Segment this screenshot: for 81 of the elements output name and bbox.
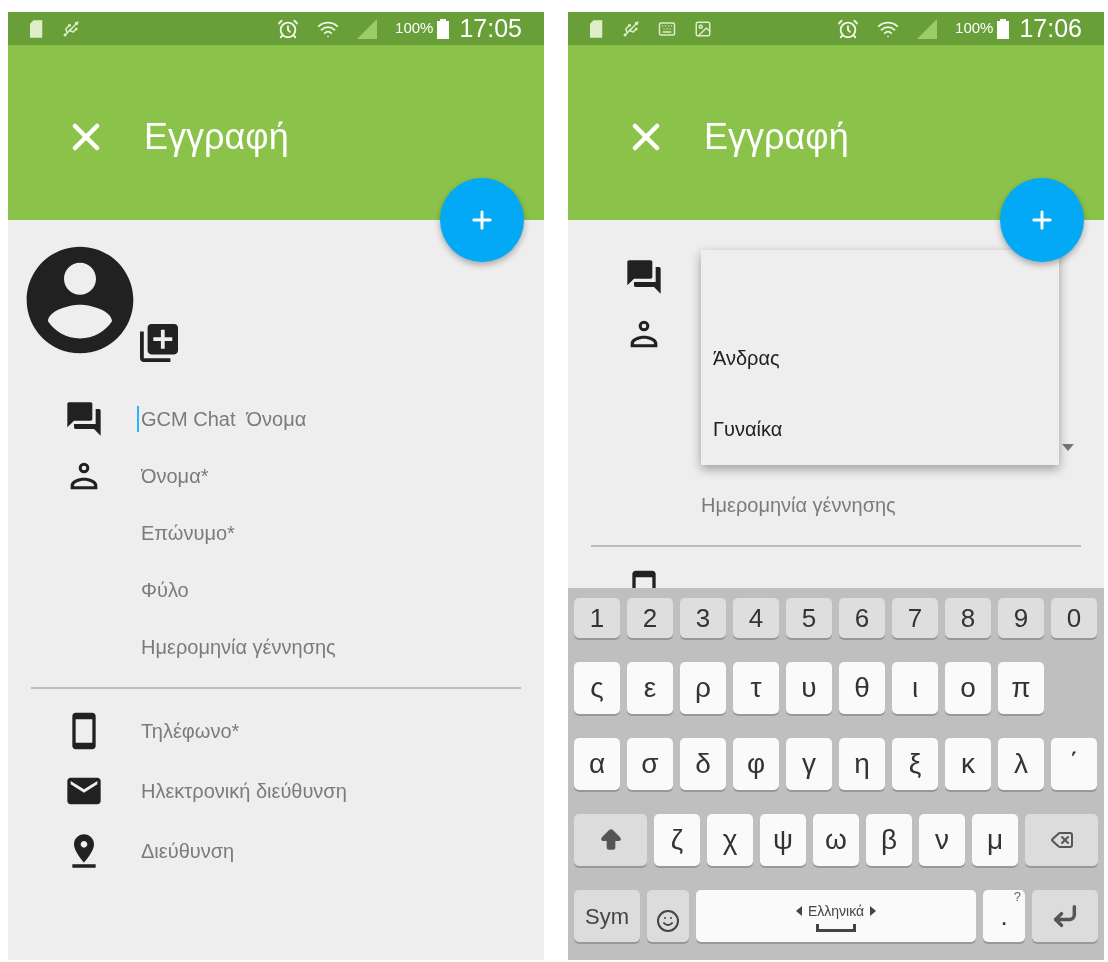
input-field[interactable]: Φύλο [141,574,501,605]
alarm-icon [837,17,860,40]
space-key[interactable]: Ελληνικά [696,890,976,942]
image-icon [694,19,712,38]
input-field[interactable]: Όνομα* [141,460,501,491]
keyboard-key[interactable]: κ [945,738,991,790]
keyboard-key[interactable]: ΄ [1051,738,1097,790]
keyboard-key[interactable]: ι [892,662,938,714]
battery-icon [997,18,1010,39]
input-field[interactable]: Διεύθυνση [141,836,501,866]
input-field[interactable]: Επώνυμο* [141,517,501,548]
alarm-icon [277,17,300,40]
keyboard-key[interactable]: ε [627,662,673,714]
keyboard-key[interactable]: Sym [574,890,640,942]
keyboard-key[interactable]: μ [972,814,1018,866]
keyboard-key[interactable]: 9 [998,598,1044,638]
keyboard-key[interactable]: σ [627,738,673,790]
keyboard-key[interactable]: 6 [839,598,885,638]
dropdown-option[interactable]: Γυναίκα [701,393,1059,464]
backspace-key[interactable] [1025,814,1098,866]
keyboard-key[interactable]: δ [680,738,726,790]
keyboard-key[interactable]: ς [574,662,620,714]
input-field[interactable]: Ηλεκτρονική διεύθυνση [141,776,501,806]
input-field[interactable]: Ημερομηνία γέννησης [701,489,1061,520]
signal-icon [917,18,938,39]
enter-icon [1051,902,1079,930]
sd-card-icon [590,19,604,38]
clock-time: 17:06 [1019,12,1082,44]
shift-key[interactable] [574,814,647,866]
enter-key[interactable] [1032,890,1098,942]
keyboard-key[interactable]: . ? [983,890,1025,942]
keyboard-key[interactable]: θ [839,662,885,714]
battery-percent: 100% [955,18,994,39]
keyboard-key[interactable]: ξ [892,738,938,790]
add-photo-icon [140,324,178,362]
smiley-icon [656,909,680,933]
keyboard-key[interactable]: 4 [733,598,779,638]
keyboard-key[interactable]: β [866,814,912,866]
keyboard-key[interactable]: χ [707,814,753,866]
keyboard-key[interactable]: π [998,662,1044,714]
dropdown-caret-icon [1062,444,1074,451]
keyboard-key[interactable]: 8 [945,598,991,638]
input-field[interactable]: Ημερομηνία γέννησης [141,631,501,662]
battery-percent: 100% [395,18,434,39]
keyboard-key[interactable]: α [574,738,620,790]
keyboard-key[interactable]: φ [733,738,779,790]
keyboard-key[interactable]: υ [786,662,832,714]
keyboard-key[interactable]: 7 [892,598,938,638]
keyboard-key[interactable]: γ [786,738,832,790]
battery-icon [437,18,450,39]
app-bar-title: Εγγραφή [704,115,849,159]
keyboard-key[interactable]: ν [919,814,965,866]
right-arrow-icon [870,906,877,916]
keyboard-key[interactable]: ω [813,814,859,866]
clock-time: 17:05 [459,12,522,44]
keyboard-icon [658,19,676,38]
app-bar-title: Εγγραφή [144,115,289,159]
keyboard-key[interactable]: λ [998,738,1044,790]
dropdown-option[interactable]: Άνδρας [701,322,1059,393]
input-field[interactable]: Τηλέφωνο* [141,716,501,746]
input-field[interactable]: GCM Chat Όνομα [141,403,501,434]
left-arrow-icon [795,906,802,916]
keyboard-key[interactable]: 2 [627,598,673,638]
keyboard-key[interactable]: ο [945,662,991,714]
keyboard-key[interactable]: ρ [680,662,726,714]
space-bar-icon [816,923,856,932]
keyboard-key[interactable]: η [839,738,885,790]
usb-icon [62,19,80,38]
keyboard-key[interactable]: ψ [760,814,806,866]
keyboard-key[interactable]: τ [733,662,779,714]
sd-card-icon [30,19,44,38]
emoji-key[interactable] [647,890,689,942]
keyboard-key[interactable]: 0 [1051,598,1097,638]
signal-icon [357,18,378,39]
key-hint: ? [1013,890,1021,904]
language-label: Ελληνικά [807,901,865,921]
keyboard-key[interactable]: 3 [680,598,726,638]
keyboard-key[interactable]: 5 [786,598,832,638]
keyboard-key[interactable]: 1 [574,598,620,638]
keyboard-key[interactable]: ζ [654,814,700,866]
usb-icon [622,19,640,38]
